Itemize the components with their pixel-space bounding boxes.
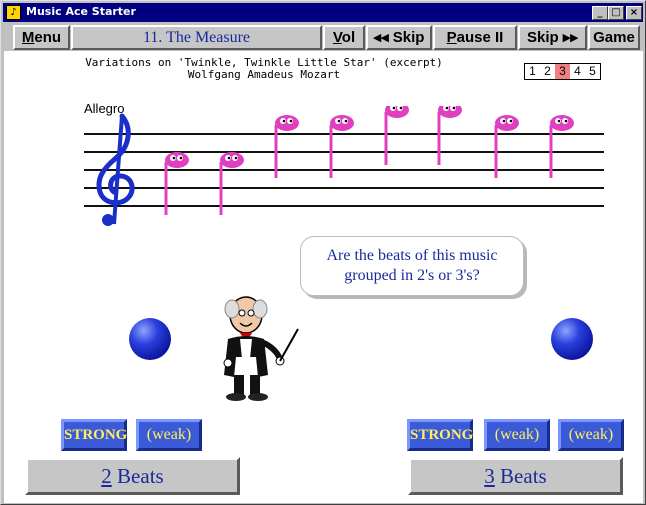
note-head: [165, 152, 189, 168]
volume-button-hotkey: V: [332, 29, 342, 46]
note-pupil: [227, 156, 231, 160]
three-beats-hotkey: 3: [484, 464, 495, 488]
note-head: [220, 152, 244, 168]
lesson-stage: Variations on 'Twinkle, Twinkle Little S…: [4, 51, 643, 503]
note-head: [438, 106, 462, 118]
staff-lines: [84, 133, 604, 207]
speech-bubble: Are the beats of this music grouped in 2…: [300, 236, 524, 296]
music-ace-window: ♪ Music Ace Starter _ □ × Menu 11. The M…: [0, 0, 646, 505]
skip-forward-button[interactable]: Skip ▸▸: [518, 25, 587, 50]
two-beats-hotkey: 2: [101, 464, 112, 488]
step-5[interactable]: 5: [585, 64, 600, 79]
beat-ball-left: [129, 318, 171, 360]
piece-composer: Wolfgang Amadeus Mozart: [187, 68, 341, 81]
pause-icon: II: [490, 29, 504, 46]
question-line1: Are the beats of this music: [326, 247, 498, 264]
question-text: Are the beats of this music grouped in 2…: [301, 246, 523, 286]
step-4[interactable]: 4: [570, 64, 585, 79]
step-3-current[interactable]: 3: [555, 64, 570, 79]
note-head: [275, 115, 299, 131]
two-beats-label: Beats: [111, 464, 164, 488]
close-button[interactable]: ×: [626, 6, 642, 20]
music-note-7: [494, 115, 519, 178]
maximize-button[interactable]: □: [608, 6, 624, 20]
left-weak-beat-button[interactable]: (weak): [136, 419, 202, 451]
music-staff: [84, 106, 604, 226]
volume-button-label: ol: [341, 29, 356, 46]
note-group: [164, 106, 574, 215]
game-button[interactable]: Game: [588, 25, 640, 50]
note-pupil: [564, 119, 568, 123]
pause-button[interactable]: Pause II: [433, 25, 517, 50]
note-pupil: [282, 119, 286, 123]
menu-button-hotkey: M: [21, 29, 35, 46]
note-head: [330, 115, 354, 131]
note-pupil: [557, 119, 561, 123]
piece-title: Variations on 'Twinkle, Twinkle Little S…: [4, 57, 524, 81]
menu-button[interactable]: Menu: [13, 25, 70, 50]
step-1[interactable]: 1: [525, 64, 540, 79]
music-note-4: [329, 115, 354, 178]
note-pupil: [344, 119, 348, 123]
note-pupil: [337, 119, 341, 123]
pause-button-hotkey: P: [446, 29, 457, 46]
three-beats-button[interactable]: 3 Beats: [408, 457, 623, 495]
menu-button-label: enu: [34, 29, 62, 46]
note-pupil: [445, 106, 449, 110]
note-pupil: [179, 156, 183, 160]
three-beats-label: Beats: [494, 464, 547, 488]
note-pupil: [399, 106, 403, 110]
two-beats-button[interactable]: 2 Beats: [25, 457, 240, 495]
volume-button[interactable]: Vol: [323, 25, 365, 50]
note-head: [385, 106, 409, 118]
right-weak-beat-button-2[interactable]: (weak): [558, 419, 624, 451]
note-pupil: [234, 156, 238, 160]
music-note-app-icon[interactable]: ♪: [6, 5, 21, 20]
toolbar: Menu 11. The Measure Vol ◂◂ Skip Pause I…: [3, 23, 643, 51]
note-pupil: [452, 106, 456, 110]
right-weak-beat-button-1[interactable]: (weak): [484, 419, 550, 451]
minimize-button[interactable]: _: [592, 6, 608, 20]
step-indicator: 1 2 3 4 5: [524, 63, 601, 80]
title-bar: ♪ Music Ace Starter _ □ ×: [3, 3, 643, 22]
right-strong-beat-button[interactable]: STRONG: [407, 419, 473, 451]
skip-back-button[interactable]: ◂◂ Skip: [366, 25, 432, 50]
pause-button-label: ause: [456, 29, 491, 46]
lesson-title-button[interactable]: 11. The Measure: [71, 25, 322, 50]
left-strong-beat-button[interactable]: STRONG: [61, 419, 127, 451]
step-2[interactable]: 2: [540, 64, 555, 79]
music-note-6: [437, 106, 462, 165]
music-note-5: [384, 106, 409, 165]
window-title: Music Ace Starter: [26, 5, 136, 18]
music-note-8: [549, 115, 574, 178]
note-head: [550, 115, 574, 131]
beat-ball-right: [551, 318, 593, 360]
conductor-character: [223, 296, 299, 401]
music-note-3: [274, 115, 299, 178]
note-pupil: [289, 119, 293, 123]
note-head: [495, 115, 519, 131]
note-pupil: [502, 119, 506, 123]
note-pupil: [509, 119, 513, 123]
note-pupil: [392, 106, 396, 110]
note-pupil: [172, 156, 176, 160]
question-line2: grouped in 2's or 3's?: [344, 267, 480, 284]
